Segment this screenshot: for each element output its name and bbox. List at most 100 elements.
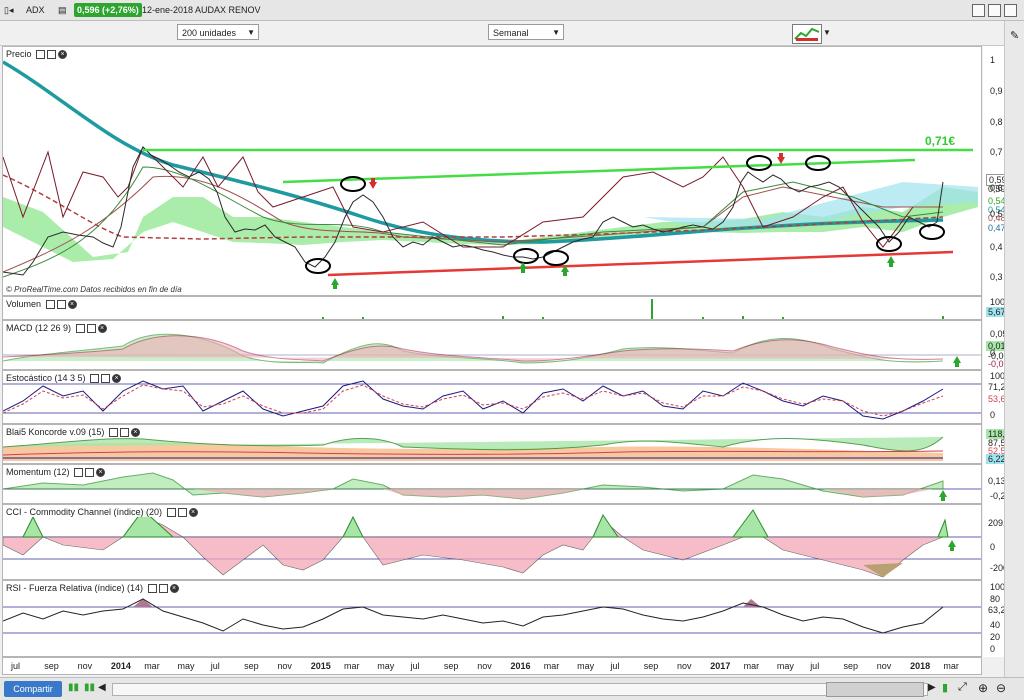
volume-panel-title: Volumen xyxy=(6,299,42,309)
momentum-panel-title: Momentum (12) xyxy=(6,467,70,477)
chart-type-icon[interactable]: ▮ xyxy=(942,681,948,694)
window-icon[interactable] xyxy=(158,584,168,594)
rsi-tick: 80 xyxy=(990,594,1001,604)
wrench-icon[interactable] xyxy=(45,300,55,310)
cci-panel[interactable]: CCI - Commodity Channel (índice) (20) × xyxy=(2,504,982,580)
scrollbar-thumb[interactable] xyxy=(826,682,924,697)
volume-panel-header: Volumen × xyxy=(6,299,77,310)
price-panel-header: Precio × xyxy=(6,49,68,60)
macd-panel-title: MACD (12 26 9) xyxy=(6,323,72,333)
wrench-icon[interactable] xyxy=(108,428,118,438)
momentum-chart xyxy=(3,472,981,501)
price-panel-title: Precio xyxy=(6,49,32,59)
close-icon[interactable]: × xyxy=(188,508,198,518)
window-title: 12-ene-2018 AUDAX RENOV xyxy=(142,5,261,15)
window-icon[interactable] xyxy=(177,508,187,518)
share-label: Compartir xyxy=(13,684,53,694)
time-axis-label: 2015 xyxy=(310,661,331,671)
time-axis-label: mar xyxy=(743,661,760,671)
time-axis-label: may xyxy=(577,661,595,671)
wrench-icon[interactable] xyxy=(75,324,85,334)
stochastic-panel-title: Estocástico (14 3 5) xyxy=(6,373,86,383)
time-axis-label: jul xyxy=(410,661,420,671)
macd-panel-header: MACD (12 26 9) × xyxy=(6,323,107,334)
close-icon[interactable]: × xyxy=(130,428,140,438)
price-tick: 0,3 xyxy=(990,272,1003,282)
chevron-down-icon: ▼ xyxy=(247,28,255,37)
momentum-panel-header: Momentum (12) × xyxy=(6,467,106,478)
price-tick: 0,7 xyxy=(990,147,1003,157)
window-icon[interactable] xyxy=(101,374,111,384)
close-icon[interactable]: × xyxy=(67,300,77,310)
time-axis-label: nov xyxy=(876,661,892,671)
candles-icon[interactable]: ▮▮ xyxy=(84,682,95,693)
window-icon[interactable] xyxy=(85,468,95,478)
time-axis-label: 2014 xyxy=(110,661,131,671)
share-button[interactable]: Compartir xyxy=(4,681,62,697)
logo-chevron-down-icon[interactable]: ▼ xyxy=(823,28,831,37)
period-dropdown[interactable]: Semanal ▼ xyxy=(488,24,564,40)
time-axis-label: mar xyxy=(344,661,360,671)
title-bar: ▯◂ ADX ▤ 0,596 (+2,76%) 12-ene-2018 AUDA… xyxy=(0,0,1024,21)
pencil-icon[interactable]: ✎ xyxy=(1010,29,1019,42)
info-icon[interactable]: ▤ xyxy=(58,3,67,17)
koncorde-panel-title: Blai5 Koncorde v.09 (15) xyxy=(6,427,105,437)
wrench-icon[interactable] xyxy=(90,374,100,384)
time-axis-label: nov xyxy=(277,661,292,671)
time-axis-label: jul xyxy=(210,661,220,671)
wrench-icon[interactable] xyxy=(74,468,84,478)
rsi-panel-title: RSI - Fuerza Relativa (índice) (14) xyxy=(6,583,144,593)
close-icon[interactable]: × xyxy=(58,50,68,60)
koncorde-chart xyxy=(3,436,944,461)
time-axis-label: nov xyxy=(477,661,492,671)
zoom-in-icon[interactable]: ⊕ xyxy=(978,681,988,695)
momentum-panel[interactable]: Momentum (12) × xyxy=(2,464,982,504)
data-watermark: © ProRealTime.com Datos recibidos en fin… xyxy=(6,285,182,294)
wrench-icon[interactable] xyxy=(166,508,176,518)
window-icon[interactable] xyxy=(86,324,96,334)
units-value: 200 unidades xyxy=(182,28,237,38)
volume-panel[interactable]: Volumen × xyxy=(2,296,982,320)
window-icon[interactable] xyxy=(56,300,66,310)
price-tick: 1 xyxy=(990,55,996,65)
scroll-left-icon[interactable]: ◀ xyxy=(98,682,106,693)
koncorde-panel[interactable]: Blai5 Koncorde v.09 (15) × xyxy=(2,424,982,464)
window-icon[interactable] xyxy=(47,50,57,60)
wrench-icon[interactable] xyxy=(147,584,157,594)
price-panel[interactable]: Precio × 0,71€ © ProRealTime.com Datos r… xyxy=(2,46,982,296)
maximize-button[interactable] xyxy=(988,4,1001,17)
rsi-tick: 0 xyxy=(990,644,996,654)
fit-icon[interactable]: ⤢ xyxy=(958,681,967,694)
time-axis-label: nov xyxy=(77,661,93,671)
scroll-right-icon[interactable]: ▶ xyxy=(928,682,936,693)
indicator-logo-icon[interactable] xyxy=(792,24,822,44)
price-tick: 0,9 xyxy=(990,86,1003,96)
window-icon[interactable] xyxy=(119,428,129,438)
time-axis-label: mar xyxy=(144,661,160,671)
close-icon[interactable]: × xyxy=(112,374,122,384)
right-toolbar-strip: ✎ xyxy=(1004,21,1024,677)
close-button[interactable] xyxy=(1004,4,1017,17)
time-axis-label: sep xyxy=(443,661,459,671)
time-axis-label: nov xyxy=(677,661,692,671)
wrench-icon[interactable] xyxy=(36,50,46,60)
time-axis-label: mar xyxy=(543,661,560,671)
rsi-panel[interactable]: RSI - Fuerza Relativa (índice) (14) × xyxy=(2,580,982,657)
ticker-label: ADX xyxy=(26,5,45,15)
koncorde-panel-header: Blai5 Koncorde v.09 (15) × xyxy=(6,427,140,438)
units-dropdown[interactable]: 200 unidades ▼ xyxy=(177,24,259,40)
close-icon[interactable]: × xyxy=(96,468,106,478)
minimize-button[interactable] xyxy=(972,4,985,17)
bar-chart-icon[interactable]: ▮▮ xyxy=(68,682,79,693)
stochastic-panel[interactable]: Estocástico (14 3 5) × xyxy=(2,370,982,424)
time-axis-label: sep xyxy=(843,661,859,671)
zoom-out-icon[interactable]: ⊖ xyxy=(996,681,1006,695)
time-axis-label: may xyxy=(776,661,794,671)
time-axis-label: may xyxy=(377,661,395,671)
price-chart xyxy=(3,60,978,289)
macd-panel[interactable]: MACD (12 26 9) × xyxy=(2,320,982,370)
close-icon[interactable]: × xyxy=(169,584,179,594)
horizontal-scrollbar[interactable] xyxy=(112,683,928,696)
rsi-tick: 40 xyxy=(990,620,1001,630)
close-icon[interactable]: × xyxy=(97,324,107,334)
